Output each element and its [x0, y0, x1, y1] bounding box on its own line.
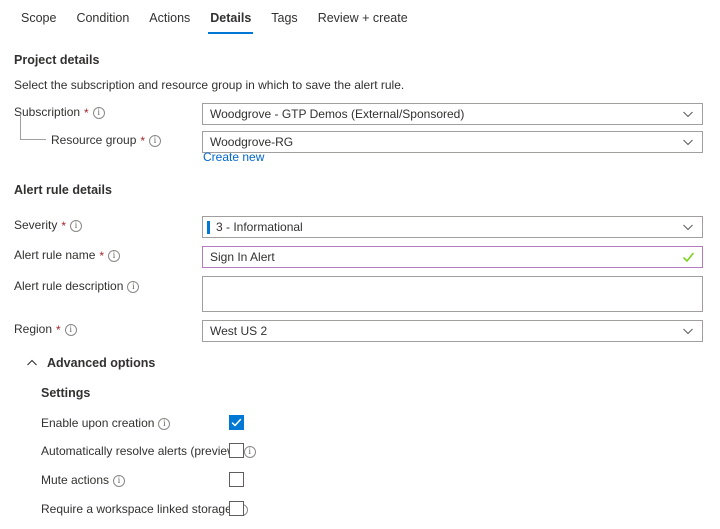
require-workspace-linked-storage-checkbox[interactable]	[229, 501, 244, 516]
resource-group-row: Resource group * Woodgrove-RG	[0, 131, 720, 153]
enable-upon-creation-label-text: Enable upon creation	[41, 416, 154, 430]
severity-row: Severity * 3 - Informational	[0, 216, 720, 238]
tab-actions[interactable]: Actions	[139, 8, 200, 34]
require-workspace-linked-storage-label-text: Require a workspace linked storage	[41, 502, 232, 516]
tab-tags[interactable]: Tags	[261, 8, 307, 34]
resource-group-label: Resource group *	[51, 133, 161, 147]
auto-resolve-alerts-label-text: Automatically resolve alerts (preview)	[41, 444, 240, 458]
info-icon[interactable]	[108, 250, 120, 262]
chevron-down-icon	[682, 108, 694, 120]
subscription-value: Woodgrove - GTP Demos (External/Sponsore…	[210, 107, 682, 121]
enable-upon-creation-label: Enable upon creation	[41, 416, 170, 430]
info-icon[interactable]	[113, 475, 125, 487]
settings-heading: Settings	[41, 386, 90, 400]
project-details-description: Select the subscription and resource gro…	[14, 78, 404, 92]
enable-upon-creation-checkbox[interactable]	[229, 415, 244, 430]
tab-scope[interactable]: Scope	[11, 8, 66, 34]
info-icon[interactable]	[65, 324, 77, 336]
chevron-down-icon	[682, 325, 694, 337]
severity-value: 3 - Informational	[216, 220, 682, 234]
create-new-resource-group-link[interactable]: Create new	[203, 150, 264, 164]
chevron-down-icon	[682, 136, 694, 148]
required-asterisk: *	[61, 221, 66, 231]
region-dropdown[interactable]: West US 2	[202, 320, 703, 342]
info-icon[interactable]	[70, 220, 82, 232]
severity-indicator-bar	[207, 221, 210, 234]
project-details-heading: Project details	[14, 53, 99, 67]
resource-group-label-text: Resource group	[51, 133, 136, 147]
required-asterisk: *	[84, 108, 89, 118]
setting-row-enable-upon-creation: Enable upon creation	[0, 415, 720, 437]
tab-label: Details	[210, 11, 251, 25]
alert-rule-description-textarea[interactable]	[202, 276, 703, 312]
info-icon[interactable]	[149, 135, 161, 147]
mute-actions-label: Mute actions	[41, 473, 125, 487]
tab-review-create[interactable]: Review + create	[308, 8, 418, 34]
alert-rule-description-row: Alert rule description	[0, 276, 720, 312]
alert-rule-name-value: Sign In Alert	[210, 250, 682, 264]
region-row: Region * West US 2	[0, 320, 720, 342]
subscription-row: Subscription * Woodgrove - GTP Demos (Ex…	[0, 103, 720, 125]
resource-group-dropdown[interactable]: Woodgrove-RG	[202, 131, 703, 153]
subscription-dropdown[interactable]: Woodgrove - GTP Demos (External/Sponsore…	[202, 103, 703, 125]
required-asterisk: *	[99, 251, 104, 261]
region-value: West US 2	[210, 324, 682, 338]
severity-label: Severity *	[14, 218, 82, 232]
mute-actions-checkbox[interactable]	[229, 472, 244, 487]
alert-rule-name-input[interactable]: Sign In Alert	[202, 246, 703, 268]
wizard-tabbar: Scope Condition Actions Details Tags Rev…	[0, 8, 720, 38]
valid-check-icon	[682, 251, 695, 264]
alert-rule-name-label-text: Alert rule name	[14, 248, 95, 262]
alert-rule-details-heading: Alert rule details	[14, 183, 112, 197]
info-icon[interactable]	[93, 107, 105, 119]
alert-rule-description-label: Alert rule description	[14, 279, 139, 293]
info-icon[interactable]	[127, 281, 139, 293]
auto-resolve-alerts-label: Automatically resolve alerts (preview)	[41, 444, 256, 458]
alert-rule-description-label-text: Alert rule description	[14, 279, 123, 293]
tab-label: Tags	[271, 11, 297, 25]
tab-label: Condition	[76, 11, 129, 25]
tab-label: Review + create	[318, 11, 408, 25]
required-asterisk: *	[140, 136, 145, 146]
advanced-options-toggle[interactable]: Advanced options	[26, 356, 155, 370]
tab-condition[interactable]: Condition	[66, 8, 139, 34]
region-label-text: Region	[14, 322, 52, 336]
tab-label: Scope	[21, 11, 56, 25]
required-asterisk: *	[56, 325, 61, 335]
info-icon[interactable]	[244, 446, 256, 458]
info-icon[interactable]	[158, 418, 170, 430]
tab-details[interactable]: Details	[200, 8, 261, 34]
severity-dropdown[interactable]: 3 - Informational	[202, 216, 703, 238]
setting-row-auto-resolve-alerts: Automatically resolve alerts (preview)	[0, 443, 720, 465]
alert-rule-name-row: Alert rule name * Sign In Alert	[0, 246, 720, 268]
region-label: Region *	[14, 322, 77, 336]
resource-group-value: Woodgrove-RG	[210, 135, 682, 149]
auto-resolve-alerts-checkbox[interactable]	[229, 443, 244, 458]
setting-row-require-workspace-linked-storage: Require a workspace linked storage	[0, 501, 720, 523]
tab-label: Actions	[149, 11, 190, 25]
alert-rule-name-label: Alert rule name *	[14, 248, 120, 262]
setting-row-mute-actions: Mute actions	[0, 472, 720, 494]
require-workspace-linked-storage-label: Require a workspace linked storage	[41, 502, 248, 516]
chevron-down-icon	[682, 221, 694, 233]
chevron-up-icon	[26, 357, 38, 369]
mute-actions-label-text: Mute actions	[41, 473, 109, 487]
advanced-options-label: Advanced options	[47, 356, 155, 370]
severity-label-text: Severity	[14, 218, 57, 232]
